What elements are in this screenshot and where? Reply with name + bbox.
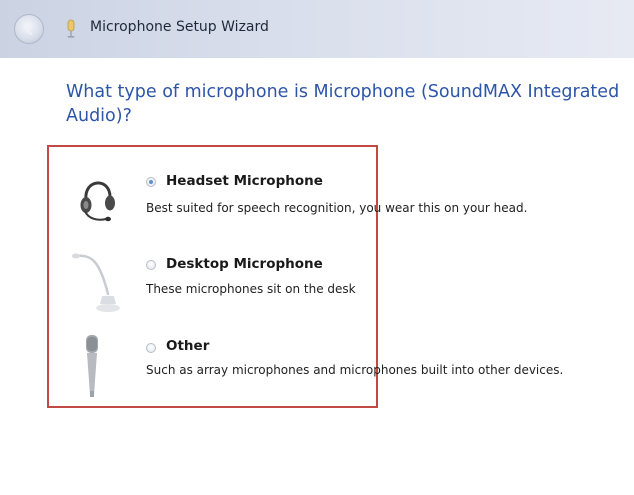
radio-desktop[interactable]: [146, 260, 156, 270]
page-question: What type of microphone is Microphone (S…: [66, 82, 620, 126]
option-label: Other: [166, 338, 210, 354]
option-description: Best suited for speech recognition, you …: [146, 201, 528, 215]
headset-icon: [80, 181, 115, 222]
option-label: Desktop Microphone: [166, 256, 323, 272]
option-desktop-microphone[interactable]: Desktop Microphone These microphones sit…: [0, 248, 634, 318]
back-arrow-icon: [24, 22, 33, 36]
handheld-microphone-icon: [86, 335, 98, 397]
option-other[interactable]: Other Such as array microphones and micr…: [0, 333, 634, 403]
option-description: Such as array microphones and microphone…: [146, 363, 564, 377]
option-description: These microphones sit on the desk: [146, 282, 356, 296]
desktop-microphone-icon: [72, 253, 120, 312]
option-headset-microphone[interactable]: Headset Microphone Best suited for speec…: [0, 165, 634, 225]
back-button[interactable]: [14, 14, 44, 44]
option-label: Headset Microphone: [166, 173, 323, 189]
radio-other[interactable]: [146, 343, 156, 353]
window-title: Microphone Setup Wizard: [90, 19, 269, 35]
title-bar: Microphone Setup Wizard: [0, 0, 634, 58]
radio-headset[interactable]: [146, 177, 156, 187]
microphone-icon: [67, 19, 75, 38]
microphone-setup-wizard-window: Microphone Setup Wizard What type of mic…: [0, 0, 634, 495]
